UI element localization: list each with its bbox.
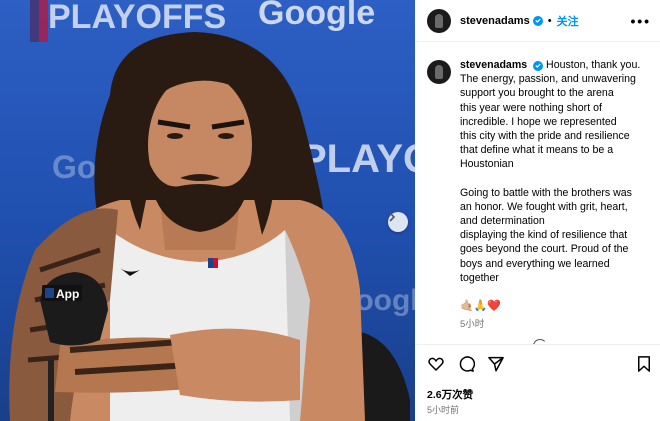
bookmark-icon[interactable] (635, 355, 653, 373)
caption-avatar[interactable] (427, 60, 451, 84)
backdrop-text-2: Google (258, 0, 375, 32)
caption-line: an honor. We fought with grit, heart, (460, 200, 628, 213)
caption-username[interactable]: stevenadams (460, 59, 527, 71)
caption-line: this city with the pride and resilience (460, 130, 630, 143)
backdrop-text-1: PLAYOFFS (48, 0, 226, 36)
caption-line: Going to battle with the brothers was (460, 186, 632, 199)
caption-line: The energy, passion, and unwavering (460, 73, 636, 86)
post-timestamp: 5小时前 (427, 405, 460, 415)
backdrop-text-3: PLAYOFFS (300, 137, 415, 181)
verified-badge-icon (533, 60, 544, 71)
caption-line: that define what it means to be a (460, 144, 614, 157)
heart-icon[interactable] (427, 355, 445, 373)
caption-line: support you brought to the arena (460, 87, 614, 100)
caption-block: stevenadams Houston, thank you. The ener… (427, 58, 657, 332)
caption-line: Houston, thank you. (546, 59, 641, 71)
caption-line: together (460, 271, 499, 284)
caption-text: stevenadams Houston, thank you. The ener… (460, 58, 655, 332)
caption-line: this year were nothing short of (460, 101, 602, 114)
author-avatar[interactable] (427, 8, 451, 33)
caption-emojis: 🤙🏼🙏❤️ (460, 300, 502, 313)
header-separator: • (547, 14, 552, 27)
likes-count[interactable]: 2.6万次赞 (427, 387, 473, 402)
more-options-icon[interactable]: • • • (631, 13, 650, 29)
mic-label: App (56, 287, 79, 301)
next-photo-button[interactable] (388, 212, 408, 232)
caption-line: and determination (460, 215, 545, 228)
photo-illustration: PLAYOFFS Google PLAYOFFS Google Google (9, 0, 415, 421)
verified-badge-icon (532, 15, 543, 26)
post-photo[interactable]: PLAYOFFS Google PLAYOFFS Google Google (0, 0, 415, 421)
comment-icon[interactable] (457, 355, 475, 373)
caption-line: boys and everything we learned (460, 257, 610, 270)
chevron-right-icon (389, 212, 396, 222)
post-side-panel: stevenadams • 关注 • • • stevenadams Houst… (415, 0, 660, 421)
caption-line: goes beyond the court. Proud of the (460, 243, 629, 256)
caption-timestamp: 5小时 (460, 319, 485, 331)
caption-line: incredible. I hope we represented (460, 115, 617, 128)
follow-button[interactable]: 关注 (557, 13, 579, 29)
caption-line: displaying the kind of resilience that (460, 229, 628, 242)
caption-line: Houstonian (460, 158, 514, 171)
post-header: stevenadams • 关注 • • • (415, 0, 660, 42)
action-bar (415, 344, 660, 380)
author-username[interactable]: stevenadams (460, 15, 530, 27)
send-icon[interactable] (487, 355, 505, 373)
